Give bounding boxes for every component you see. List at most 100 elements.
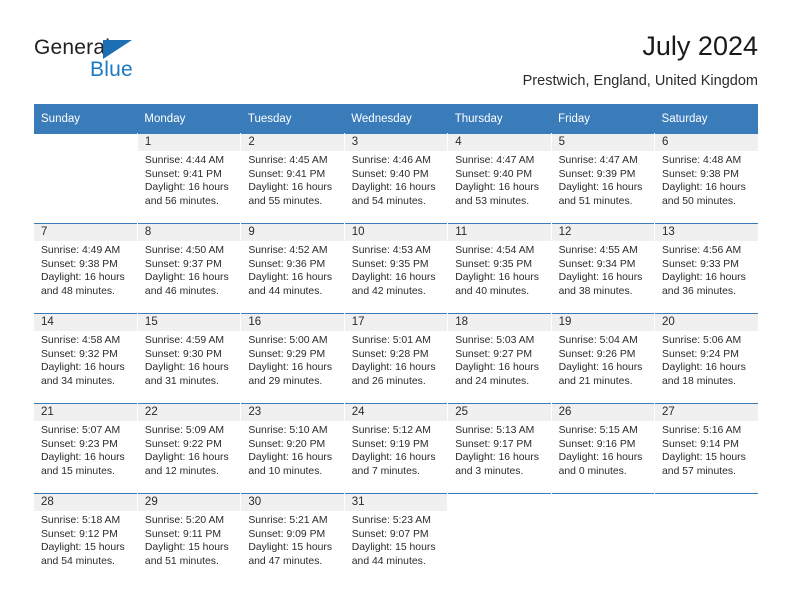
day-number: 22 — [137, 404, 241, 421]
calendar-table: Sunday Monday Tuesday Wednesday Thursday… — [34, 104, 758, 583]
weekday-header-monday: Monday — [137, 104, 241, 134]
calendar-day-cell[interactable]: 13 Sunrise: 4:56 AM Sunset: 9:33 PM Dayligh… — [654, 223, 758, 314]
day-number: 25 — [448, 404, 551, 421]
daylight-text: and 10 minutes. — [248, 465, 323, 477]
calendar-day-cell[interactable]: 15 Sunrise: 4:59 AM Sunset: 9:30 PM Dayligh… — [137, 313, 242, 404]
day-number: 24 — [344, 404, 448, 421]
page-title: July 2024 — [642, 31, 758, 61]
daylight-text: Daylight: 16 hours — [455, 452, 539, 464]
sunrise-text: Sunrise: 5:21 AM — [248, 515, 328, 526]
daylight-text: Daylight: 16 hours — [662, 182, 746, 194]
calendar-day-cell[interactable]: 7 Sunrise: 4:49 AM Sunset: 9:38 PM Daylight… — [34, 223, 138, 314]
logo-triangle-icon — [103, 40, 132, 59]
calendar-day-cell[interactable]: 28 Sunrise: 5:18 AM Sunset: 9:12 PM Dayligh… — [34, 493, 138, 583]
weekday-header-wednesday: Wednesday — [344, 104, 448, 134]
day-number — [448, 494, 551, 511]
daylight-text: and 42 minutes. — [351, 285, 426, 297]
sunrise-text: Sunrise: 4:52 AM — [248, 245, 328, 256]
sunrise-text: Sunrise: 4:59 AM — [144, 335, 225, 346]
weekday-header-row: Sunday Monday Tuesday Wednesday Thursday… — [34, 104, 758, 134]
daylight-text: Daylight: 16 hours — [558, 272, 643, 284]
sunset-text: Sunset: 9:20 PM — [248, 438, 326, 450]
daylight-text: and 51 minutes. — [144, 555, 219, 567]
calendar-day-cell[interactable]: 30 Sunrise: 5:21 AM Sunset: 9:09 PM Dayligh… — [240, 493, 345, 583]
sunrise-text: Sunrise: 5:06 AM — [662, 335, 742, 346]
calendar-day-cell[interactable]: 20 Sunrise: 5:06 AM Sunset: 9:24 PM Dayligh… — [654, 313, 758, 404]
calendar-day-cell[interactable]: 2 Sunrise: 4:45 AM Sunset: 9:41 PM Daylight… — [240, 133, 345, 224]
calendar-day-cell[interactable]: 29 Sunrise: 5:20 AM Sunset: 9:11 PM Dayligh… — [137, 493, 242, 583]
calendar-day-cell-empty — [447, 493, 552, 583]
sunset-text: Sunset: 9:38 PM — [662, 168, 739, 180]
sunset-text: Sunset: 9:16 PM — [558, 438, 636, 450]
calendar-day-cell[interactable]: 31 Sunrise: 5:23 AM Sunset: 9:07 PM Dayligh… — [344, 493, 449, 583]
daylight-text: Daylight: 16 hours — [455, 182, 539, 194]
day-number: 19 — [551, 314, 655, 331]
calendar-day-cell[interactable]: 11 Sunrise: 4:54 AM Sunset: 9:35 PM Dayligh… — [447, 223, 552, 314]
calendar-day-cell[interactable]: 9 Sunrise: 4:52 AM Sunset: 9:36 PM Daylight… — [240, 223, 345, 314]
calendar-day-cell[interactable]: 18 Sunrise: 5:03 AM Sunset: 9:27 PM Dayligh… — [447, 313, 552, 404]
sunrise-text: Sunrise: 4:56 AM — [662, 245, 742, 256]
sunrise-text: Sunrise: 5:03 AM — [455, 335, 535, 346]
calendar-day-cell-empty — [34, 133, 138, 224]
calendar-day-cell-empty — [654, 493, 758, 583]
calendar-day-cell[interactable]: 16 Sunrise: 5:00 AM Sunset: 9:29 PM Dayligh… — [240, 313, 345, 404]
sunrise-text: Sunrise: 5:23 AM — [351, 515, 431, 526]
sunrise-text: Sunrise: 4:48 AM — [662, 155, 742, 166]
sunset-text: Sunset: 9:33 PM — [662, 258, 739, 270]
calendar-day-cell[interactable]: 25 Sunrise: 5:13 AM Sunset: 9:17 PM Dayligh… — [447, 403, 552, 494]
daylight-text: and 54 minutes. — [351, 195, 426, 207]
day-number: 12 — [551, 224, 655, 241]
calendar-day-cell[interactable]: 23 Sunrise: 5:10 AM Sunset: 9:20 PM Dayligh… — [240, 403, 345, 494]
sunset-text: Sunset: 9:37 PM — [144, 258, 222, 270]
calendar-day-cell[interactable]: 8 Sunrise: 4:50 AM Sunset: 9:37 PM Daylight… — [137, 223, 242, 314]
daylight-text: Daylight: 16 hours — [558, 362, 643, 374]
calendar-day-cell[interactable]: 21 Sunrise: 5:07 AM Sunset: 9:23 PM Dayligh… — [34, 403, 138, 494]
calendar-day-cell[interactable]: 24 Sunrise: 5:12 AM Sunset: 9:19 PM Dayligh… — [344, 403, 449, 494]
daylight-text: and 51 minutes. — [558, 195, 633, 207]
day-number: 17 — [344, 314, 448, 331]
day-details: Sunrise: 5:04 AM Sunset: 9:26 PM Daylight:… — [552, 331, 654, 388]
day-number: 26 — [551, 404, 655, 421]
daylight-text: Daylight: 16 hours — [248, 362, 333, 374]
calendar-day-cell[interactable]: 5 Sunrise: 4:47 AM Sunset: 9:39 PM Daylight… — [551, 133, 656, 224]
sunrise-text: Sunrise: 5:15 AM — [558, 425, 638, 436]
daylight-text: Daylight: 16 hours — [144, 452, 229, 464]
calendar-day-cell[interactable]: 3 Sunrise: 4:46 AM Sunset: 9:40 PM Daylight… — [344, 133, 449, 224]
daylight-text: and 56 minutes. — [144, 195, 219, 207]
sunrise-text: Sunrise: 5:20 AM — [144, 515, 225, 526]
calendar-day-cell[interactable]: 19 Sunrise: 5:04 AM Sunset: 9:26 PM Dayligh… — [551, 313, 656, 404]
day-number: 13 — [655, 224, 758, 241]
sunrise-text: Sunrise: 5:13 AM — [455, 425, 535, 436]
daylight-text: Daylight: 16 hours — [455, 272, 539, 284]
calendar-day-cell[interactable]: 12 Sunrise: 4:55 AM Sunset: 9:34 PM Dayligh… — [551, 223, 656, 314]
calendar-day-cell[interactable]: 22 Sunrise: 5:09 AM Sunset: 9:22 PM Dayligh… — [137, 403, 242, 494]
calendar-day-cell[interactable]: 26 Sunrise: 5:15 AM Sunset: 9:16 PM Dayligh… — [551, 403, 656, 494]
daylight-text: Daylight: 16 hours — [558, 182, 643, 194]
calendar-day-cell[interactable]: 4 Sunrise: 4:47 AM Sunset: 9:40 PM Daylight… — [447, 133, 552, 224]
day-details: Sunrise: 5:06 AM Sunset: 9:24 PM Daylight:… — [655, 331, 758, 388]
calendar-day-cell[interactable]: 6 Sunrise: 4:48 AM Sunset: 9:38 PM Daylight… — [654, 133, 758, 224]
calendar-day-cell[interactable]: 27 Sunrise: 5:16 AM Sunset: 9:14 PM Dayligh… — [654, 403, 758, 494]
day-number: 5 — [551, 134, 655, 151]
sunrise-text: Sunrise: 5:01 AM — [351, 335, 431, 346]
weekday-header-thursday: Thursday — [447, 104, 552, 134]
calendar-day-cell[interactable]: 14 Sunrise: 4:58 AM Sunset: 9:32 PM Dayligh… — [34, 313, 138, 404]
calendar-day-cell[interactable]: 10 Sunrise: 4:53 AM Sunset: 9:35 PM Dayligh… — [344, 223, 449, 314]
day-details: Sunrise: 4:53 AM Sunset: 9:35 PM Daylight:… — [345, 241, 447, 298]
day-number: 27 — [655, 404, 758, 421]
day-details: Sunrise: 4:59 AM Sunset: 9:30 PM Daylight:… — [138, 331, 240, 388]
day-details: Sunrise: 5:20 AM Sunset: 9:11 PM Daylight:… — [138, 511, 240, 568]
sunset-text: Sunset: 9:40 PM — [455, 168, 533, 180]
daylight-text: Daylight: 15 hours — [662, 452, 746, 464]
daylight-text: Daylight: 16 hours — [144, 272, 229, 284]
calendar-day-cell[interactable]: 1 Sunrise: 4:44 AM Sunset: 9:41 PM Daylight… — [137, 133, 242, 224]
day-details: Sunrise: 5:21 AM Sunset: 9:09 PM Daylight:… — [241, 511, 343, 568]
day-details: Sunrise: 5:07 AM Sunset: 9:23 PM Daylight:… — [34, 421, 137, 478]
calendar-day-cell[interactable]: 17 Sunrise: 5:01 AM Sunset: 9:28 PM Dayligh… — [344, 313, 449, 404]
day-details: Sunrise: 4:49 AM Sunset: 9:38 PM Daylight:… — [34, 241, 137, 298]
day-number: 18 — [448, 314, 551, 331]
sunrise-text: Sunrise: 5:12 AM — [351, 425, 431, 436]
weekday-header-tuesday: Tuesday — [240, 104, 345, 134]
sunrise-text: Sunrise: 4:58 AM — [41, 335, 121, 346]
day-number: 11 — [448, 224, 551, 241]
